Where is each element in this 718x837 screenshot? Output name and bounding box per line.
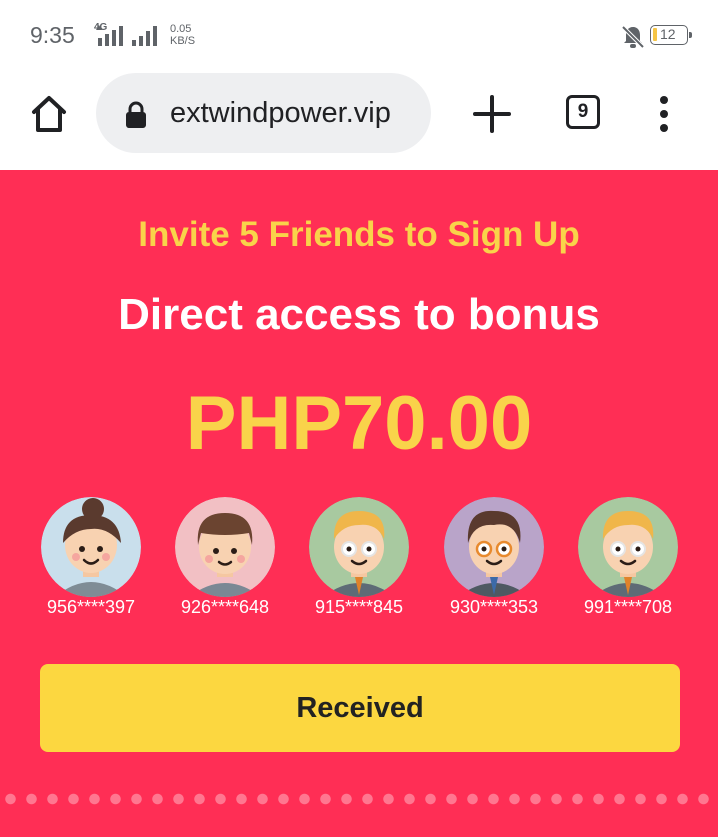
- friend-item: 991****708: [568, 497, 688, 617]
- friend-phone: 956****397: [46, 597, 136, 617]
- status-bar: 9:35 4G 0.05 KB/S 12: [0, 0, 718, 70]
- bonus-amount: PHP70.00: [185, 381, 533, 466]
- blond-glasses-avatar: [578, 497, 678, 597]
- browser-toolbar: extwindpower.vip 9: [0, 70, 718, 170]
- signal-strength-icon: [96, 25, 123, 46]
- battery-level-fill: [653, 28, 657, 41]
- tab-switcher-icon[interactable]: 9: [566, 95, 600, 129]
- friend-phone: 915****845: [314, 597, 404, 617]
- battery-icon: 12: [650, 25, 692, 45]
- address-bar[interactable]: extwindpower.vip: [96, 73, 431, 153]
- status-time: 9:35: [30, 22, 75, 48]
- boy-avatar: [175, 497, 275, 597]
- bonus-subtitle: Direct access to bonus: [118, 290, 600, 339]
- invite-bonus-panel: Invite 5 Friends to Sign Up Direct acces…: [0, 170, 718, 837]
- brown-hair-glasses-avatar: [444, 497, 544, 597]
- friend-item: 930****353: [434, 497, 554, 617]
- blond-glasses-avatar: [309, 497, 409, 597]
- more-vert-icon[interactable]: [650, 92, 678, 136]
- network-speed-value: 0.05: [170, 23, 192, 35]
- bell-off-icon: [622, 25, 644, 49]
- invite-headline: Invite 5 Friends to Sign Up: [138, 215, 580, 254]
- lock-icon[interactable]: [124, 101, 148, 129]
- home-icon[interactable]: [24, 90, 74, 140]
- dotted-divider: [0, 792, 718, 806]
- url-text[interactable]: extwindpower.vip: [170, 97, 391, 130]
- friend-item: 915****845: [299, 497, 419, 617]
- battery-percent: 12: [660, 26, 676, 42]
- friend-item: 956****397: [31, 497, 151, 617]
- plus-icon[interactable]: [470, 92, 514, 136]
- network-speed: 0.05 KB/S: [170, 23, 195, 47]
- friends-row: 956****397 926****648 915****845 930****…: [0, 497, 718, 617]
- battery-nub: [689, 32, 692, 38]
- friend-phone: 930****353: [449, 597, 539, 617]
- network-speed-unit: KB/S: [170, 35, 196, 47]
- friend-phone: 991****708: [583, 597, 673, 617]
- received-button[interactable]: Received: [40, 664, 680, 752]
- woman-bun-avatar: [41, 497, 141, 597]
- friend-phone: 926****648: [180, 597, 270, 617]
- friend-item: 926****648: [165, 497, 285, 617]
- signal-strength-icon: [132, 26, 157, 46]
